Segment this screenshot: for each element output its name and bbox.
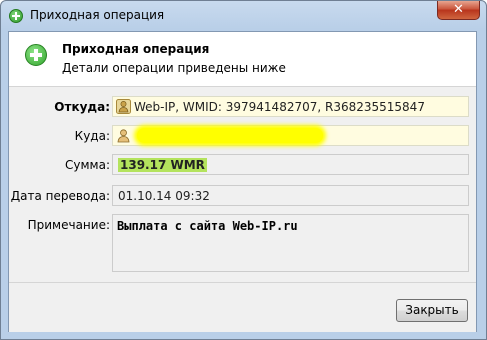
close-button[interactable]: Закрыть [396,299,468,322]
dialog-body: Приходная операция Детали операции приве… [8,31,477,332]
add-icon [25,44,47,66]
date-field[interactable]: 01.10.14 09:32 [112,185,469,206]
to-label: Куда: [74,129,110,143]
amount-label: Сумма: [65,158,110,172]
amount-field[interactable]: 139.17 WMR [112,154,469,175]
dialog-window: Приходная операция ✕ Приходная операция … [0,0,487,340]
from-field[interactable]: Web-IP, WMID: 397941482707, R36823551584… [112,96,469,117]
dialog-footer: Закрыть [9,282,476,332]
add-icon [9,9,23,23]
date-value: 01.10.14 09:32 [118,189,210,203]
from-value: Web-IP, WMID: 397941482707, R36823551584… [134,100,425,114]
person-icon [117,129,130,143]
close-icon: ✕ [453,2,464,17]
wm-user-icon [116,99,131,114]
title-bar[interactable]: Приходная операция ✕ [1,1,486,31]
redaction-mark [137,128,323,143]
to-field[interactable] [112,125,469,146]
header-title: Приходная операция [62,42,210,56]
window-title: Приходная операция [30,8,165,22]
note-value: Выплата с сайта Web-IP.ru [117,219,298,233]
from-label: Откуда: [54,100,110,114]
window-close-button[interactable]: ✕ [437,1,480,20]
dialog-header: Приходная операция Детали операции приве… [9,32,476,87]
header-subtitle: Детали операции приведены ниже [62,61,286,75]
date-label: Дата перевода: [10,189,110,203]
note-field[interactable]: Выплата с сайта Web-IP.ru [112,214,469,272]
amount-value: 139.17 WMR [118,158,207,172]
note-label: Примечание: [27,218,110,232]
